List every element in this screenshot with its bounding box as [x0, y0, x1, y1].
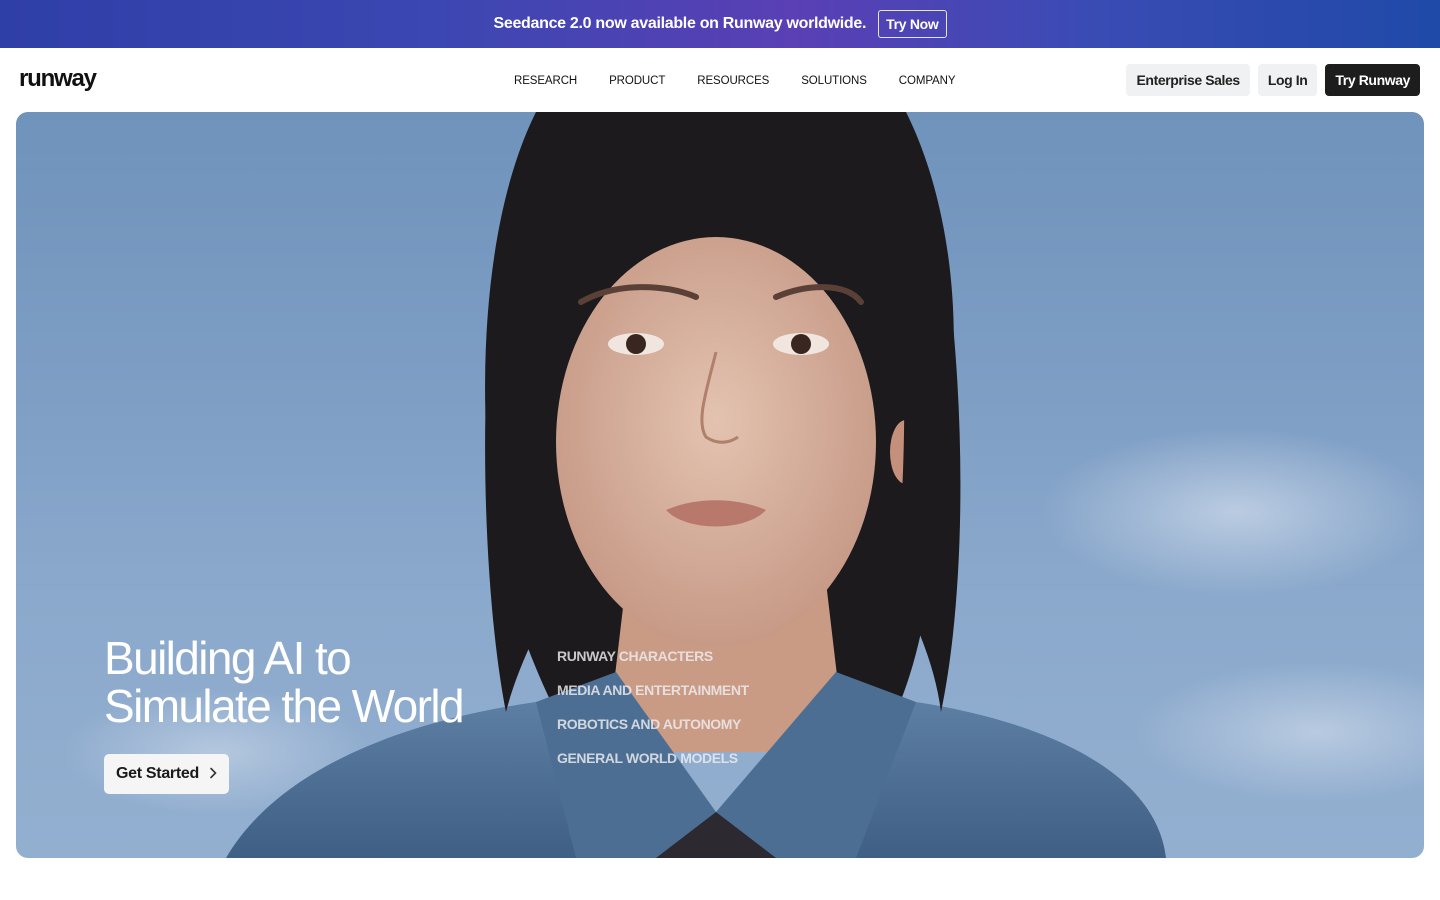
site-header: runway RESEARCH PRODUCT RESOURCES SOLUTI…	[0, 48, 1440, 112]
category-runway-characters[interactable]: RUNWAY CHARACTERS	[557, 646, 749, 666]
announcement-banner: Seedance 2.0 now available on Runway wor…	[0, 0, 1440, 48]
category-list: RUNWAY CHARACTERS MEDIA AND ENTERTAINMEN…	[557, 646, 749, 768]
hero-title-line-2: Simulate the World	[104, 680, 465, 732]
banner-text: Seedance 2.0 now available on Runway wor…	[493, 15, 867, 32]
category-media-entertainment[interactable]: MEDIA AND ENTERTAINMENT	[557, 680, 749, 700]
hero-title: Building AI to Simulate the World	[104, 632, 465, 732]
enterprise-sales-button[interactable]: Enterprise Sales	[1126, 64, 1250, 96]
nav-company[interactable]: COMPANY	[883, 72, 972, 92]
header-actions: Enterprise Sales Log In Try Runway	[1126, 64, 1420, 96]
login-button[interactable]: Log In	[1257, 64, 1318, 96]
main-nav: RESEARCH PRODUCT RESOURCES SOLUTIONS COM…	[498, 72, 971, 92]
category-general-world-models[interactable]: GENERAL WORLD MODELS	[557, 748, 749, 768]
hero-title-line-1: Building AI to	[104, 632, 352, 684]
try-runway-button[interactable]: Try Runway	[1325, 64, 1420, 96]
get-started-label: Get Started	[116, 765, 199, 782]
get-started-button[interactable]: Get Started	[104, 754, 229, 794]
nav-resources[interactable]: RESOURCES	[681, 72, 785, 92]
category-robotics-autonomy[interactable]: ROBOTICS AND AUTONOMY	[557, 714, 749, 734]
hero-section: Building AI to Simulate the World Get St…	[16, 112, 1424, 858]
runway-logo[interactable]: runway	[19, 65, 97, 93]
chevron-right-icon	[209, 766, 217, 782]
try-now-button[interactable]: Try Now	[878, 10, 947, 38]
nav-research[interactable]: RESEARCH	[498, 72, 593, 92]
nav-product[interactable]: PRODUCT	[593, 72, 681, 92]
nav-solutions[interactable]: SOLUTIONS	[785, 72, 883, 92]
